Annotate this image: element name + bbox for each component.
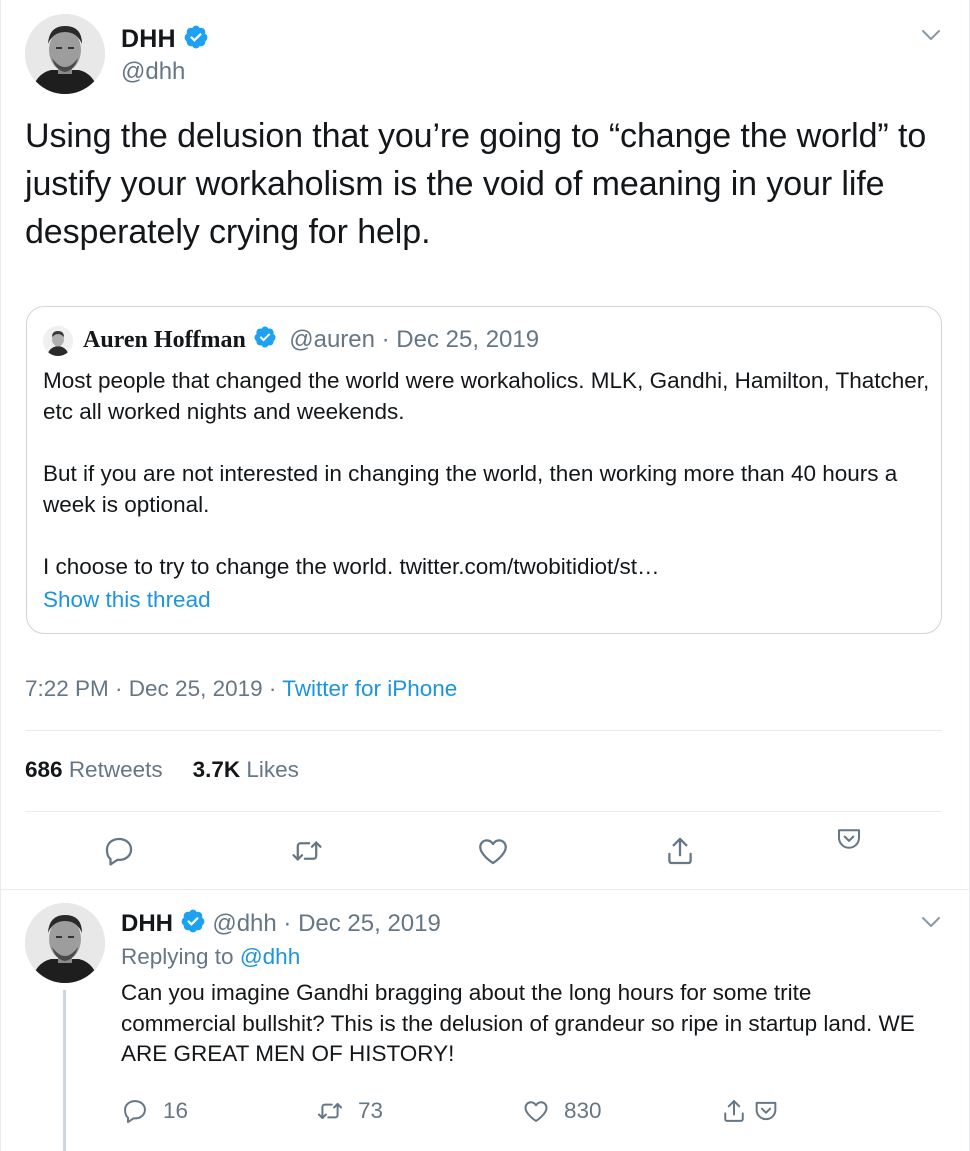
quoted-tweet-header: Auren Hoffman @auren · Dec 25, 2019 xyxy=(83,325,539,356)
thread-connector-line xyxy=(63,990,66,1151)
divider xyxy=(25,730,942,731)
quoted-author-avatar[interactable] xyxy=(43,326,73,356)
retweets-stat[interactable]: 686 Retweets xyxy=(25,757,163,782)
heart-icon xyxy=(524,1101,548,1122)
verified-badge-icon xyxy=(253,325,277,356)
verified-badge-icon xyxy=(180,908,206,941)
reply-count: 16 xyxy=(163,1098,189,1123)
retweets-count: 686 xyxy=(25,757,63,782)
bookmark-pocket-icon[interactable] xyxy=(834,824,868,858)
quoted-paragraph: But if you are not interested in changin… xyxy=(43,461,898,517)
quoted-tweet-body: Most people that changed the world were … xyxy=(43,365,933,582)
reply-icon xyxy=(124,1100,146,1124)
bookmark-pocket-icon xyxy=(755,1101,777,1121)
quoted-tweet-meta: @auren · Dec 25, 2019 xyxy=(289,325,540,353)
tweet-timestamp: 7:22 PM · Dec 25, 2019 · Twitter for iPh… xyxy=(25,676,457,702)
reply-like-button[interactable]: 830 xyxy=(522,1096,602,1126)
source-link[interactable]: Twitter for iPhone xyxy=(282,676,457,701)
reply-reply-button[interactable]: 16 xyxy=(121,1096,188,1126)
reply-retweet-button[interactable]: 73 xyxy=(316,1096,383,1126)
reply-text: Can you imagine Gandhi bragging about th… xyxy=(121,980,915,1066)
heart-icon[interactable] xyxy=(476,834,510,868)
quoted-author-name[interactable]: Auren Hoffman xyxy=(83,327,246,353)
chevron-down-icon[interactable] xyxy=(920,911,942,933)
author-name-text[interactable]: DHH xyxy=(121,25,176,53)
likes-count: 3.7K xyxy=(192,757,241,782)
reply-icon[interactable] xyxy=(102,834,136,868)
like-count: 830 xyxy=(564,1098,602,1123)
show-thread-link[interactable]: Show this thread xyxy=(43,587,211,613)
reply-author-avatar[interactable] xyxy=(25,903,105,983)
replying-mention-link[interactable]: @dhh xyxy=(240,944,300,969)
chevron-down-icon[interactable] xyxy=(920,24,942,46)
author-handle[interactable]: @dhh xyxy=(121,58,185,86)
share-icon xyxy=(724,1100,744,1122)
share-icon[interactable] xyxy=(663,834,697,868)
retweet-count: 73 xyxy=(358,1098,384,1123)
tweet-text: Using the delusion that you’re going to … xyxy=(25,117,927,251)
quoted-paragraph: I choose to try to change the world. twi… xyxy=(43,554,660,579)
likes-stat[interactable]: 3.7K Likes xyxy=(193,757,299,782)
retweet-icon[interactable] xyxy=(290,834,324,868)
likes-label: Likes xyxy=(246,757,299,782)
timestamp-text[interactable]: 7:22 PM · Dec 25, 2019 · xyxy=(25,676,282,701)
retweets-label: Retweets xyxy=(68,757,163,782)
author-avatar[interactable] xyxy=(25,14,105,94)
reply-meta[interactable]: @dhh · Dec 25, 2019 xyxy=(212,910,441,937)
reply-header: DHH @dhh · Dec 25, 2019 xyxy=(121,908,441,941)
retweet-icon xyxy=(317,1103,343,1119)
tweet-separator xyxy=(0,889,970,890)
quoted-tweet-card[interactable]: Auren Hoffman @auren · Dec 25, 2019 Most… xyxy=(26,306,942,634)
reply-save-button[interactable] xyxy=(752,1096,794,1126)
tweet-stats: 686 Retweets 3.7K Likes xyxy=(25,757,299,783)
reply-author-name[interactable]: DHH xyxy=(121,910,173,937)
verified-badge-icon xyxy=(183,24,209,57)
divider xyxy=(25,811,942,812)
quoted-paragraph: Most people that changed the world were … xyxy=(43,368,930,424)
replying-to: Replying to @dhh xyxy=(121,944,300,970)
author-name[interactable]: DHH xyxy=(121,24,209,57)
replying-prefix: Replying to xyxy=(121,944,240,969)
